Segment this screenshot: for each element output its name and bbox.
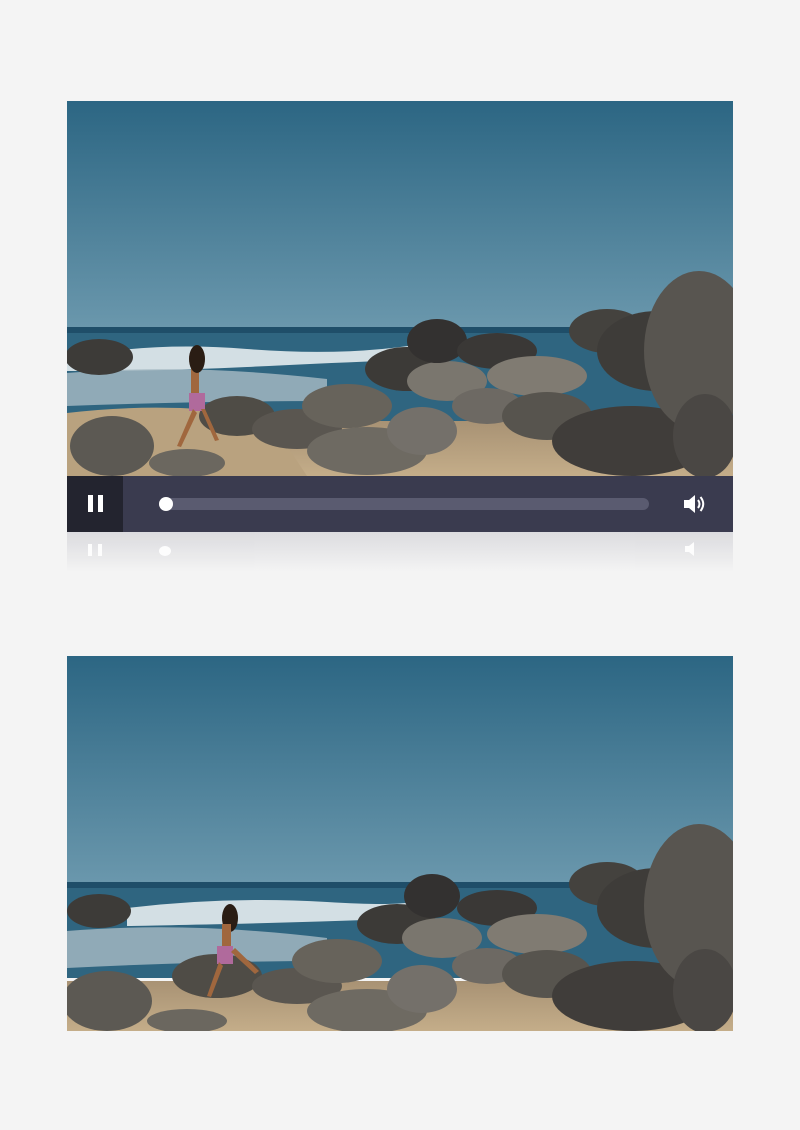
video-frame-1[interactable] (67, 101, 733, 476)
video-controls (67, 476, 733, 532)
controls-reflection (67, 532, 733, 572)
volume-icon[interactable] (681, 491, 707, 517)
progress-bar[interactable] (159, 497, 649, 511)
progress-thumb[interactable] (159, 497, 173, 511)
pause-button[interactable] (67, 476, 123, 532)
beach-scene-image (67, 101, 733, 476)
video-frame-2[interactable] (67, 656, 733, 1031)
beach-scene-image (67, 656, 733, 1031)
